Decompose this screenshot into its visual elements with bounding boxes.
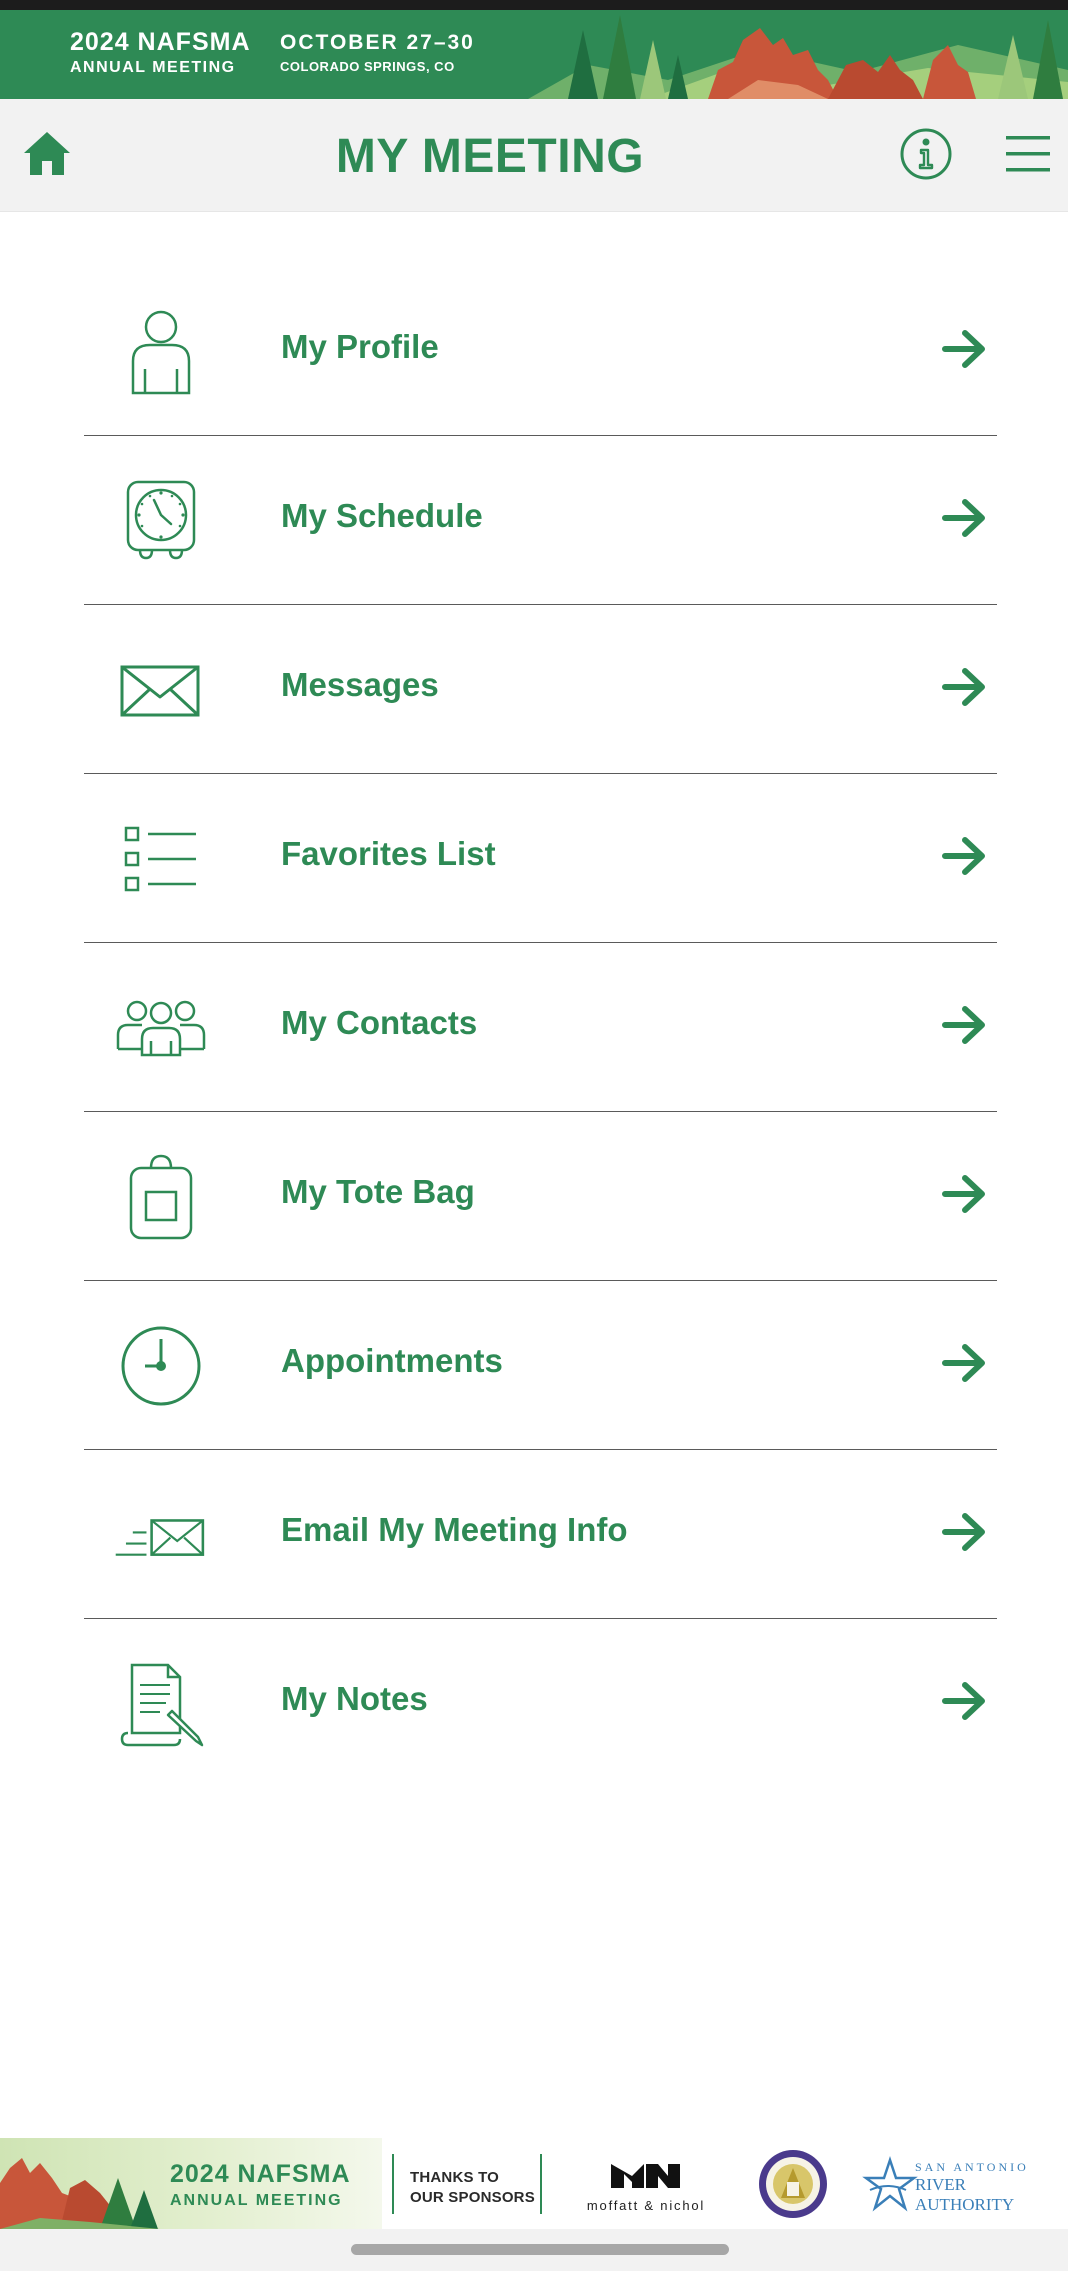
menu-item-my-tote-bag[interactable]: My Tote Bag [84, 1112, 997, 1281]
app-header: MY MEETING [0, 99, 1068, 212]
menu-item-email-my-meeting-info[interactable]: Email My Meeting Info [84, 1450, 997, 1619]
info-button[interactable] [898, 126, 954, 182]
sponsor-banner-line1: 2024 NAFSMA [170, 2160, 351, 2188]
sponsor-event-banner: 2024 NAFSMA ANNUAL MEETING [0, 2138, 382, 2229]
hamburger-menu-button[interactable] [1004, 133, 1052, 175]
sponsor-divider [392, 2154, 394, 2214]
arrow-right-icon [942, 1682, 985, 1720]
arrow-right-icon [942, 668, 985, 706]
thanks-to-sponsors-text: THANKS TO OUR SPONSORS [410, 2168, 535, 2207]
sponsor-seal-logo [759, 2150, 827, 2218]
tote-bag-icon [114, 1154, 208, 1240]
sponsor-banner-line2: ANNUAL MEETING [170, 2192, 343, 2209]
menu-item-label: My Profile [281, 328, 439, 365]
banner-title-line2: ANNUAL MEETING [70, 59, 236, 76]
menu-item-label: Messages [281, 666, 439, 703]
banner-date-text: OCTOBER 27–30 [280, 31, 475, 54]
arrow-right-icon [942, 1006, 985, 1044]
banner-location-text: COLORADO SPRINGS, CO [280, 59, 455, 74]
moffatt-nichol-text: moffatt & nichol [586, 2198, 706, 2213]
sara-text-line2: RIVER AUTHORITY [915, 2175, 1015, 2214]
meeting-menu-list: My Profile My Schedule Messages Favorite… [84, 267, 997, 1788]
red-rocks-illustration [0, 2158, 160, 2229]
clock-icon [114, 1323, 208, 1409]
banner-title-line1: 2024 NAFSMA [70, 28, 251, 56]
menu-item-label: My Contacts [281, 1004, 478, 1041]
sponsor-divider [540, 2154, 542, 2214]
alarm-clock-icon [114, 478, 208, 564]
banner-event-title: 2024 NAFSMA ANNUAL MEETING [70, 30, 251, 76]
event-banner: 2024 NAFSMA ANNUAL MEETING OCTOBER 27–30… [0, 10, 1068, 99]
menu-item-my-contacts[interactable]: My Contacts [84, 943, 997, 1112]
menu-item-my-notes[interactable]: My Notes [84, 1619, 997, 1788]
thanks-line2: OUR SPONSORS [410, 2188, 535, 2206]
menu-item-label: My Tote Bag [281, 1173, 475, 1210]
menu-item-appointments[interactable]: Appointments [84, 1281, 997, 1450]
checklist-icon [114, 816, 208, 902]
envelope-icon [114, 647, 208, 733]
arrow-right-icon [942, 330, 985, 368]
arrow-right-icon [942, 499, 985, 537]
system-nav-area [0, 2229, 1068, 2271]
home-indicator-bar[interactable] [351, 2244, 729, 2255]
send-mail-icon [114, 1492, 208, 1578]
hamburger-menu-icon [1006, 136, 1050, 172]
sponsor-banner-strip[interactable]: 2024 NAFSMA ANNUAL MEETING THANKS TO OUR… [0, 2138, 1068, 2229]
sara-text-line1: SAN ANTONIO [915, 2160, 1029, 2174]
page-title: MY MEETING [335, 130, 645, 183]
status-bar [0, 0, 1068, 10]
menu-item-messages[interactable]: Messages [84, 605, 997, 774]
mountain-scenery-illustration [528, 10, 1068, 99]
menu-item-favorites-list[interactable]: Favorites List [84, 774, 997, 943]
banner-event-date: OCTOBER 27–30 COLORADO SPRINGS, CO [280, 32, 475, 73]
person-icon [114, 309, 208, 395]
menu-item-label: Appointments [281, 1342, 503, 1379]
thanks-line1: THANKS TO [410, 2169, 500, 2186]
arrow-right-icon [942, 1513, 985, 1551]
sponsor-banner-title: 2024 NAFSMA ANNUAL MEETING [170, 2162, 351, 2209]
menu-item-my-profile[interactable]: My Profile [84, 267, 997, 436]
arrow-right-icon [942, 1344, 985, 1382]
menu-item-label: Favorites List [281, 835, 496, 872]
arrow-right-icon [942, 1175, 985, 1213]
info-icon [900, 128, 952, 180]
menu-item-label: My Notes [281, 1680, 428, 1717]
notes-icon [114, 1661, 208, 1747]
menu-item-label: My Schedule [281, 497, 483, 534]
group-icon [114, 985, 208, 1071]
arrow-right-icon [942, 837, 985, 875]
menu-item-label: Email My Meeting Info [281, 1511, 628, 1548]
menu-item-my-schedule[interactable]: My Schedule [84, 436, 997, 605]
